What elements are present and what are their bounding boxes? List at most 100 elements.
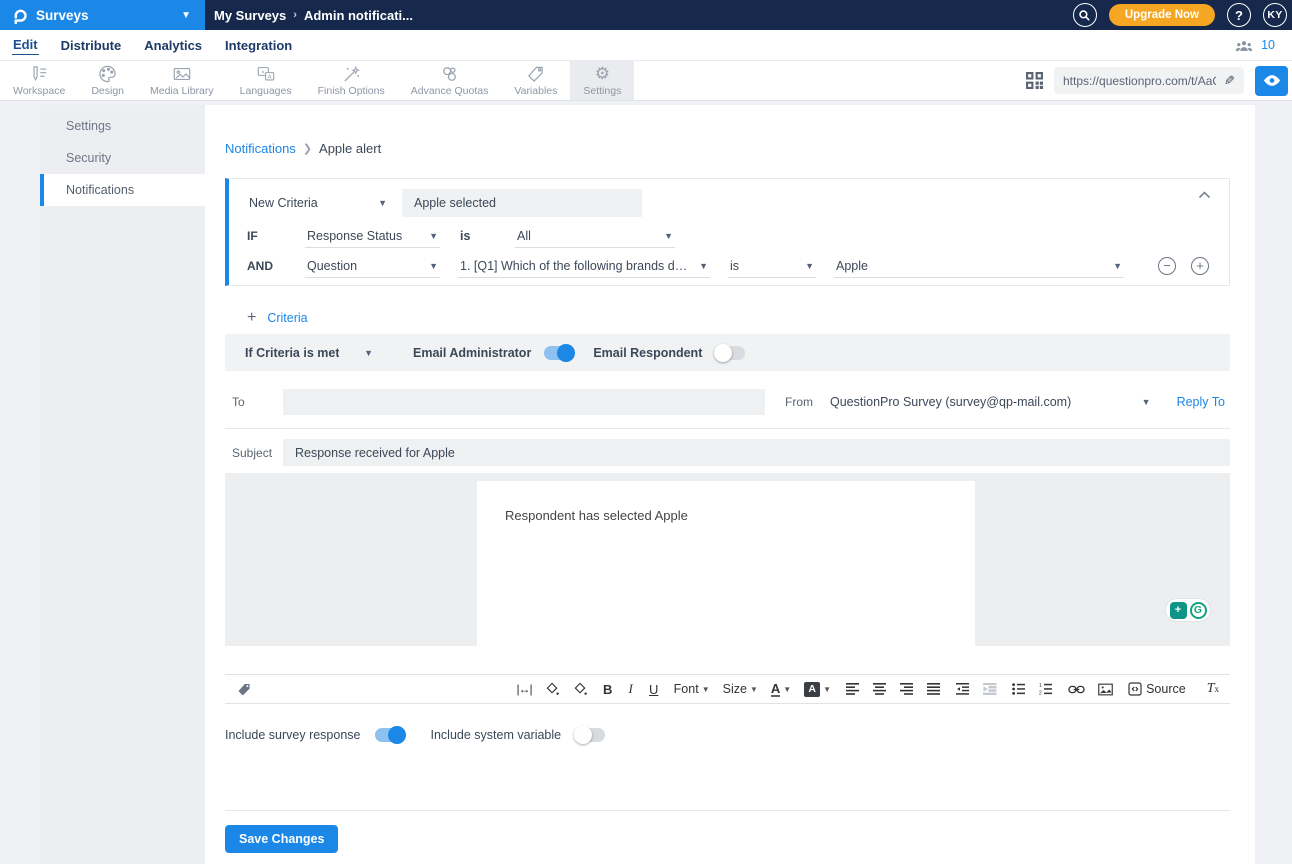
email-options-row: Include survey response Include system v…: [225, 728, 1230, 742]
collaborators-count: 10: [1261, 38, 1275, 52]
chevron-down-icon: ▼: [429, 231, 438, 241]
numbered-list-icon[interactable]: 12: [1036, 677, 1056, 701]
add-criteria-link[interactable]: + Criteria: [225, 309, 1230, 327]
source-button[interactable]: Source: [1125, 677, 1189, 701]
tab-distribute[interactable]: Distribute: [60, 36, 123, 55]
text-color-icon[interactable]: A▼: [768, 677, 794, 701]
email-administrator-label: Email Administrator: [413, 346, 531, 360]
align-right-icon[interactable]: [897, 677, 917, 701]
sidebar-item-notifications[interactable]: Notifications: [40, 174, 205, 206]
sidebar-item-security[interactable]: Security: [40, 142, 205, 174]
bulleted-list-icon[interactable]: [1009, 677, 1029, 701]
survey-url-field[interactable]: https://questionpro.com/t/AaQtpZ8 ✎: [1054, 67, 1244, 94]
align-justify-icon[interactable]: [924, 677, 944, 701]
increase-indent-icon[interactable]: [980, 677, 1000, 701]
editor-group-indent: [953, 677, 1000, 701]
insert-image-icon[interactable]: [1095, 677, 1116, 701]
link-icon[interactable]: [1065, 677, 1088, 701]
criteria-card: New Criteria ▼ IF Response Status ▼ is A…: [225, 178, 1230, 286]
include-survey-response-toggle[interactable]: [375, 728, 405, 742]
svg-text:2: 2: [1039, 691, 1042, 696]
add-condition-button[interactable]: +: [1191, 257, 1209, 275]
email-respondent-toggle[interactable]: [715, 346, 745, 360]
bottom-divider: [225, 810, 1230, 811]
from-label: From: [785, 395, 828, 409]
to-input[interactable]: [283, 389, 765, 415]
and-question-select[interactable]: 1. [Q1] Which of the following brands do…: [458, 254, 710, 278]
subject-input[interactable]: [283, 439, 1230, 466]
and-field-value: Question: [307, 259, 357, 273]
notification-panel: Notifications ❯ Apple alert New Criteria…: [205, 105, 1255, 864]
toolbar-finish-options-label: Finish Options: [318, 85, 385, 97]
email-administrator-toggle[interactable]: [544, 346, 574, 360]
sidebar-item-settings[interactable]: Settings: [40, 110, 205, 142]
edit-url-pencil-icon[interactable]: ✎: [1224, 73, 1235, 89]
if-operator-label: is: [458, 229, 515, 243]
chevron-down-icon: ▼: [783, 685, 791, 694]
tab-integration[interactable]: Integration: [224, 36, 293, 55]
breadcrumb-survey-name[interactable]: Admin notificati...: [304, 8, 413, 23]
align-center-icon[interactable]: [870, 677, 890, 701]
background-color-icon[interactable]: A▼: [801, 677, 834, 701]
collaborators[interactable]: 10: [1235, 38, 1275, 52]
toolbar-variables[interactable]: Variables: [501, 61, 570, 100]
maximize-icon[interactable]: |↔|: [513, 677, 534, 701]
tab-edit[interactable]: Edit: [12, 35, 39, 55]
and-value-select[interactable]: Apple ▼: [834, 254, 1124, 278]
toolbar-workspace[interactable]: Workspace: [0, 61, 78, 100]
size-select[interactable]: Size▼: [720, 677, 761, 701]
toolbar-languages[interactable]: x A Languages: [227, 61, 305, 100]
toolbar-finish-options[interactable]: Finish Options: [305, 61, 398, 100]
and-operator-select[interactable]: is ▼: [728, 254, 816, 278]
upgrade-now-button[interactable]: Upgrade Now: [1109, 4, 1215, 26]
breadcrumb-notifications-link[interactable]: Notifications: [225, 141, 296, 156]
preview-button[interactable]: [1255, 66, 1288, 96]
reply-to-link[interactable]: Reply To: [1177, 395, 1225, 409]
product-label: Surveys: [36, 8, 89, 23]
save-changes-button[interactable]: Save Changes: [225, 825, 338, 853]
decrease-indent-icon[interactable]: [953, 677, 973, 701]
collapse-criteria-button[interactable]: [1198, 191, 1211, 199]
toolbar-right: https://questionpro.com/t/AaQtpZ8 ✎: [1026, 61, 1292, 100]
toolbar-advance-quotas[interactable]: Advance Quotas: [398, 61, 502, 100]
grammarly-suggestion-icon: +: [1170, 602, 1187, 619]
editor-group-align: [843, 677, 944, 701]
insert-variable-tag-icon[interactable]: [233, 677, 255, 701]
help-button[interactable]: ?: [1227, 3, 1251, 27]
user-avatar[interactable]: KY: [1263, 3, 1287, 27]
toolbar-settings[interactable]: ⚙ Settings: [570, 61, 634, 100]
italic-icon[interactable]: I: [623, 677, 639, 701]
font-select[interactable]: Font▼: [671, 677, 713, 701]
chain-links-icon: [440, 65, 459, 83]
align-left-icon[interactable]: [843, 677, 863, 701]
search-button[interactable]: [1073, 3, 1097, 27]
qr-code-icon[interactable]: [1026, 72, 1043, 89]
product-dropdown-caret-icon[interactable]: ▼: [181, 10, 191, 21]
fill-color-icon[interactable]: [570, 677, 591, 701]
include-system-variable-toggle[interactable]: [575, 728, 605, 742]
criteria-name-input[interactable]: [402, 189, 642, 217]
and-question-value: 1. [Q1] Which of the following brands do…: [460, 259, 691, 273]
if-field-select[interactable]: Response Status ▼: [305, 224, 440, 248]
from-select[interactable]: QuestionPro Survey (survey@qp-mail.com) …: [828, 390, 1153, 414]
highlight-color-icon[interactable]: [542, 677, 563, 701]
criteria-met-value: If Criteria is met: [245, 346, 339, 360]
product-switcher[interactable]: Surveys ▼: [0, 0, 205, 30]
criteria-met-select[interactable]: If Criteria is met ▼: [243, 341, 375, 365]
remove-format-icon[interactable]: Tx: [1204, 677, 1222, 701]
email-body-content[interactable]: Respondent has selected Apple: [477, 481, 975, 646]
criteria-type-select[interactable]: New Criteria ▼: [247, 191, 389, 215]
underline-icon[interactable]: U: [646, 677, 662, 701]
toolbar-design[interactable]: Design: [78, 61, 137, 100]
sidebar-settings-label: Settings: [66, 119, 111, 133]
breadcrumb-my-surveys[interactable]: My Surveys: [214, 8, 286, 23]
email-body-text: Respondent has selected Apple: [505, 508, 947, 523]
toolbar-languages-label: Languages: [240, 85, 292, 97]
remove-condition-button[interactable]: −: [1158, 257, 1176, 275]
tab-analytics[interactable]: Analytics: [143, 36, 203, 55]
and-field-select[interactable]: Question ▼: [305, 254, 440, 278]
grammarly-widget[interactable]: + G: [1165, 598, 1211, 622]
bold-icon[interactable]: B: [600, 677, 616, 701]
toolbar-media-library[interactable]: Media Library: [137, 61, 227, 100]
if-value-select[interactable]: All ▼: [515, 224, 675, 248]
